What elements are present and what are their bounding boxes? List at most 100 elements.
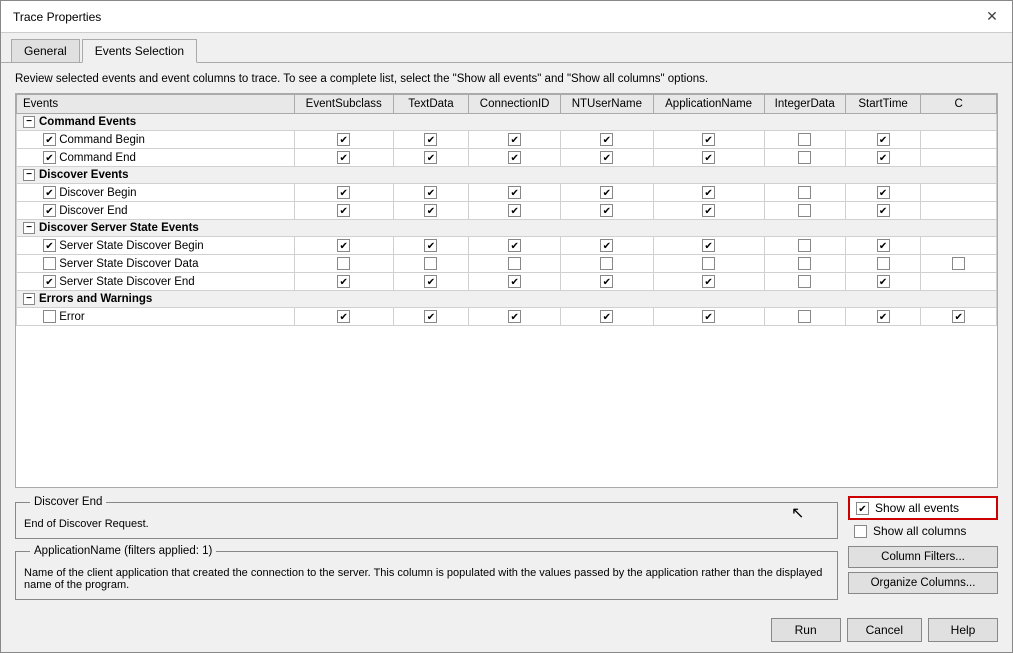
show-all-columns-checkbox[interactable]	[854, 525, 867, 538]
col-cb[interactable]	[600, 151, 613, 164]
col-cb[interactable]	[877, 239, 890, 252]
col-cb[interactable]	[508, 204, 521, 217]
col-cb[interactable]	[877, 186, 890, 199]
col-cb[interactable]	[508, 133, 521, 146]
show-all-columns-label: Show all columns	[873, 524, 966, 538]
collapse-errors-warnings[interactable]: −	[23, 293, 35, 305]
event-checkbox[interactable]	[43, 275, 56, 288]
col-cb[interactable]	[877, 310, 890, 323]
col-cb[interactable]	[424, 257, 437, 270]
events-table: Events EventSubclass TextData Connection…	[16, 94, 997, 326]
right-buttons: Column Filters... Organize Columns...	[848, 546, 998, 594]
col-cb[interactable]	[508, 275, 521, 288]
col-cb[interactable]	[798, 186, 811, 199]
collapse-command-events[interactable]: −	[23, 116, 35, 128]
col-cb[interactable]	[424, 133, 437, 146]
event-checkbox[interactable]	[43, 257, 56, 270]
right-section: Show all events Show all columns Column …	[848, 496, 998, 600]
col-cb[interactable]	[600, 257, 613, 270]
col-header-integerdata: IntegerData	[764, 95, 845, 114]
organize-columns-button[interactable]: Organize Columns...	[848, 572, 998, 594]
col-cb[interactable]	[424, 275, 437, 288]
col-cb[interactable]	[798, 239, 811, 252]
col-cb[interactable]	[702, 151, 715, 164]
event-checkbox[interactable]	[43, 204, 56, 217]
table-row: Command End	[17, 149, 997, 167]
col-cb[interactable]	[600, 204, 613, 217]
col-cb[interactable]	[424, 186, 437, 199]
col-cb[interactable]	[798, 204, 811, 217]
event-checkbox[interactable]	[43, 310, 56, 323]
col-cb[interactable]	[877, 151, 890, 164]
col-cb[interactable]	[702, 133, 715, 146]
event-checkbox[interactable]	[43, 151, 56, 164]
col-cb[interactable]	[424, 151, 437, 164]
show-all-events-label: Show all events	[875, 501, 959, 515]
col-cb[interactable]	[508, 310, 521, 323]
appname-text: Name of the client application that crea…	[24, 567, 829, 591]
help-button[interactable]: Help	[928, 618, 998, 642]
col-cb[interactable]	[702, 239, 715, 252]
col-cb[interactable]	[337, 275, 350, 288]
tab-events-selection[interactable]: Events Selection	[82, 39, 197, 63]
show-all-columns-row: Show all columns	[848, 522, 998, 540]
column-filters-button[interactable]: Column Filters...	[848, 546, 998, 568]
col-cb[interactable]	[702, 257, 715, 270]
col-cb[interactable]	[798, 151, 811, 164]
collapse-discover-events[interactable]: −	[23, 169, 35, 181]
event-checkbox[interactable]	[43, 239, 56, 252]
show-all-events-checkbox[interactable]	[856, 502, 869, 515]
col-cb[interactable]	[337, 133, 350, 146]
col-cb[interactable]	[877, 133, 890, 146]
table-row: Server State Discover End	[17, 273, 997, 291]
col-cb[interactable]	[337, 186, 350, 199]
col-header-applicationname: ApplicationName	[653, 95, 764, 114]
col-cb[interactable]	[702, 275, 715, 288]
col-cb[interactable]	[600, 310, 613, 323]
col-cb[interactable]	[600, 133, 613, 146]
col-cb[interactable]	[798, 275, 811, 288]
col-cb[interactable]	[337, 151, 350, 164]
group-errors-warnings: − Errors and Warnings	[17, 291, 997, 308]
tab-general[interactable]: General	[11, 39, 80, 62]
col-cb[interactable]	[952, 310, 965, 323]
col-cb[interactable]	[702, 310, 715, 323]
group-discover-server-state: − Discover Server State Events	[17, 220, 997, 237]
close-button[interactable]: ✕	[984, 9, 1000, 25]
col-cb[interactable]	[702, 204, 715, 217]
col-cb[interactable]	[508, 186, 521, 199]
col-cb[interactable]	[877, 275, 890, 288]
col-cb[interactable]	[600, 275, 613, 288]
col-cb[interactable]	[600, 239, 613, 252]
col-cb[interactable]	[600, 186, 613, 199]
col-cb[interactable]	[337, 310, 350, 323]
col-cb[interactable]	[337, 204, 350, 217]
col-cb[interactable]	[877, 204, 890, 217]
events-table-container[interactable]: Events EventSubclass TextData Connection…	[15, 93, 998, 488]
event-checkbox[interactable]	[43, 133, 56, 146]
col-cb[interactable]	[337, 239, 350, 252]
col-cb[interactable]	[424, 204, 437, 217]
col-cb[interactable]	[702, 186, 715, 199]
col-cb[interactable]	[508, 151, 521, 164]
trace-properties-dialog: Trace Properties ✕ General Events Select…	[0, 0, 1013, 653]
col-cb[interactable]	[424, 239, 437, 252]
run-button[interactable]: Run	[771, 618, 841, 642]
col-cb[interactable]	[508, 239, 521, 252]
tab-content: Review selected events and event columns…	[1, 63, 1012, 610]
col-cb[interactable]	[424, 310, 437, 323]
col-cb[interactable]	[877, 257, 890, 270]
event-name: Server State Discover End	[17, 273, 295, 291]
col-cb[interactable]	[337, 257, 350, 270]
col-cb[interactable]	[508, 257, 521, 270]
event-name: Server State Discover Begin	[17, 237, 295, 255]
col-cb[interactable]	[798, 310, 811, 323]
event-checkbox[interactable]	[43, 186, 56, 199]
col-cb[interactable]	[798, 133, 811, 146]
collapse-discover-server-state[interactable]: −	[23, 222, 35, 234]
cancel-button[interactable]: Cancel	[847, 618, 922, 642]
event-name: Server State Discover Data	[17, 255, 295, 273]
show-all-events-box: Show all events	[848, 496, 998, 520]
col-cb[interactable]	[952, 257, 965, 270]
col-cb[interactable]	[798, 257, 811, 270]
